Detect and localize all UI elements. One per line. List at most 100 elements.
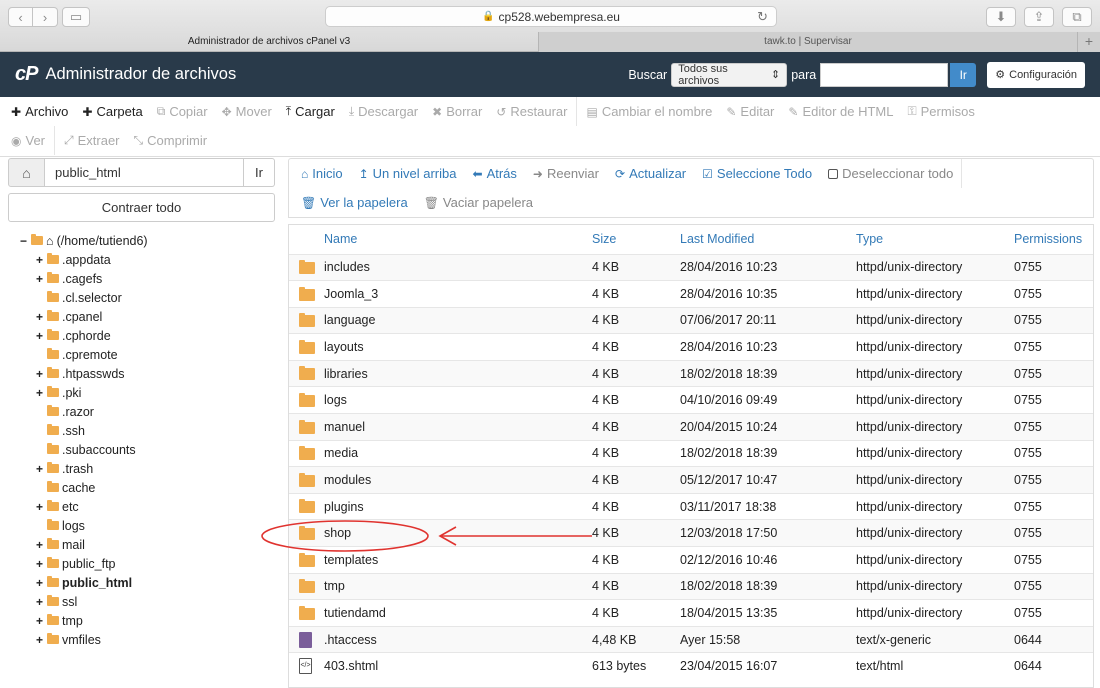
tree-item-appdata[interactable]: + .appdata [8,250,275,269]
file-name[interactable]: modules [324,466,588,494]
table-row[interactable]: manuel 4 KB 20/04/2015 10:24 httpd/unix-dir… [289,413,1093,441]
toolbar-editor-de-html-button[interactable]: ✎ Editor de HTML [781,104,900,119]
toolbar-permisos-button[interactable]: ⚿ Permisos [901,104,982,119]
back-icon[interactable]: ‹ [8,7,33,27]
settings-button[interactable]: ⚙ Configuración [987,61,1085,88]
tree-item-public-ftp[interactable]: + public_ftp [8,554,275,573]
nav-reenviar-button[interactable]: ➜ Reenviar [525,166,607,181]
toolbar-cambiar-el-nombre-button[interactable]: ▤ Cambiar el nombre [579,104,719,119]
file-name[interactable]: plugins [324,492,588,520]
tree-item-public-html[interactable]: + public_html [8,573,275,592]
file-name[interactable]: 403.shtml [324,652,588,680]
expand-toggle-icon[interactable]: + [34,253,45,267]
table-row[interactable]: media 4 KB 18/02/2018 18:39 httpd/unix-dire… [289,439,1093,467]
table-row[interactable]: logs 4 KB 04/10/2016 09:49 httpd/unix-direc… [289,386,1093,414]
toolbar-descargar-button[interactable]: ⤓ Descargar [342,104,425,119]
table-row[interactable]: includes 4 KB 28/04/2016 10:23 httpd/unix-d… [289,253,1093,281]
file-name[interactable]: shop [324,519,588,547]
expand-toggle-icon[interactable]: + [34,367,45,381]
file-name[interactable]: tmp [324,572,588,600]
toolbar-editar-button[interactable]: ✎ Editar [719,104,781,119]
tree-item-mail[interactable]: + mail [8,535,275,554]
nav-un-nivel-arriba-button[interactable]: ↥ Un nivel arriba [351,166,465,181]
home-icon[interactable]: ⌂ [8,158,45,187]
expand-toggle-icon[interactable]: + [34,595,45,609]
file-name[interactable]: manuel [324,413,588,441]
file-name[interactable]: logs [324,386,588,414]
cpanel-logo[interactable]: cP [15,63,38,86]
path-input[interactable]: public_html [45,158,244,187]
table-row[interactable]: .htaccess 4,48 KB Ayer 15:58 text/x-generic… [289,625,1093,653]
search-go-button[interactable]: Ir [950,62,977,87]
expand-toggle-icon[interactable]: + [34,462,45,476]
expand-toggle-icon[interactable]: + [34,557,45,571]
tree-item-etc[interactable]: + etc [8,497,275,516]
tree-item-logs[interactable]: logs [8,516,275,535]
expand-toggle-icon[interactable]: + [34,329,45,343]
tree-item-razor[interactable]: .razor [8,402,275,421]
expand-toggle-icon[interactable]: + [34,614,45,628]
tree-item-cl-selector[interactable]: .cl.selector [8,288,275,307]
toolbar-ver-button[interactable]: ◉ Ver [4,133,52,148]
table-row[interactable]: Joomla_3 4 KB 28/04/2016 10:35 httpd/unix-d… [289,280,1093,308]
share-icon[interactable]: ⇪ [1024,7,1054,27]
file-name[interactable]: libraries [324,359,588,387]
file-name[interactable]: media [324,439,588,467]
tree-item-htpasswds[interactable]: + .htpasswds [8,364,275,383]
file-name[interactable]: tutiendamd [324,599,588,627]
expand-toggle-icon[interactable]: + [34,538,45,552]
toolbar-restaurar-button[interactable]: ↺ Restaurar [489,104,574,119]
file-name[interactable]: includes [324,253,588,281]
tree-item-pki[interactable]: + .pki [8,383,275,402]
tree-item-cpremote[interactable]: .cpremote [8,345,275,364]
expand-toggle-icon[interactable]: + [34,272,45,286]
tab-file-manager[interactable]: Administrador de archivos cPanel v3 [0,32,539,52]
tree-item-cagefs[interactable]: + .cagefs [8,269,275,288]
tree-item-trash[interactable]: + .trash [8,459,275,478]
toolbar-comprimir-button[interactable]: ⤡ Comprimir [127,133,215,148]
toolbar-cargar-button[interactable]: ⤒ Cargar [279,104,342,119]
tree-item-cache[interactable]: cache [8,478,275,497]
forward-icon[interactable]: › [33,7,58,27]
collapse-toggle-icon[interactable]: − [18,234,29,248]
tree-item-subaccounts[interactable]: .subaccounts [8,440,275,459]
table-row[interactable]: tutiendamd 4 KB 18/04/2015 13:35 httpd/unix… [289,599,1093,627]
table-row[interactable]: layouts 4 KB 28/04/2016 10:23 httpd/unix-di… [289,333,1093,361]
file-name[interactable]: language [324,306,588,334]
new-tab-icon[interactable]: + [1078,32,1100,52]
nav-actualizar-button[interactable]: ⟳ Actualizar [607,166,694,181]
table-row[interactable]: tmp 4 KB 18/02/2018 18:39 httpd/unix-direct… [289,572,1093,600]
expand-toggle-icon[interactable]: + [34,500,45,514]
toolbar-carpeta-button[interactable]: ✚ Carpeta [75,104,149,119]
column-header-permissions[interactable]: Permissions [1010,225,1093,254]
file-name[interactable]: Joomla_3 [324,280,588,308]
collapse-all-button[interactable]: Contraer todo [8,193,275,222]
sidebar-toggle-icon[interactable]: ▭ [62,7,90,27]
downloads-icon[interactable]: ⬇ [986,7,1016,27]
tree-item-tmp[interactable]: + tmp [8,611,275,630]
column-header-modified[interactable]: Last Modified [676,225,852,254]
expand-toggle-icon[interactable]: + [34,310,45,324]
address-bar[interactable]: 🔒 cp528.webempresa.eu ↻ [325,6,777,27]
toolbar-mover-button[interactable]: ✥ Mover [215,104,279,119]
toolbar-archivo-button[interactable]: ✚ Archivo [4,104,75,119]
tree-item-cphorde[interactable]: + .cphorde [8,326,275,345]
nav-deseleccionar-todo-button[interactable]: Deseleccionar todo [820,166,961,181]
toolbar-borrar-button[interactable]: ✖ Borrar [425,104,489,119]
tree-item-ssh[interactable]: .ssh [8,421,275,440]
table-row[interactable]: language 4 KB 07/06/2017 20:11 httpd/unix-d… [289,306,1093,334]
reload-icon[interactable]: ↻ [757,9,768,25]
tree-item-cpanel[interactable]: + .cpanel [8,307,275,326]
file-name[interactable]: layouts [324,333,588,361]
expand-toggle-icon[interactable]: + [34,576,45,590]
table-row[interactable]: plugins 4 KB 03/11/2017 18:38 httpd/unix-di… [289,492,1093,520]
nav-ver-la-papelera-button[interactable]: 🗑 Ver la papelera [293,195,416,210]
table-row[interactable]: </> 403.shtml 613 bytes 23/04/2015 16:07 tex… [289,652,1093,680]
column-header-name[interactable]: Name [324,225,588,254]
nav-seleccione-todo-button[interactable]: ☑ Seleccione Todo [694,166,820,181]
table-row[interactable]: libraries 4 KB 18/02/2018 18:39 httpd/unix-… [289,359,1093,387]
nav-vaciar-papelera-button[interactable]: 🗑 Vaciar papelera [416,195,541,210]
nav-atr-s-button[interactable]: ⬅ Atrás [465,166,525,181]
search-scope-select[interactable]: Todos sus archivos ⇕ [671,62,788,87]
column-header-type[interactable]: Type [852,225,1010,254]
